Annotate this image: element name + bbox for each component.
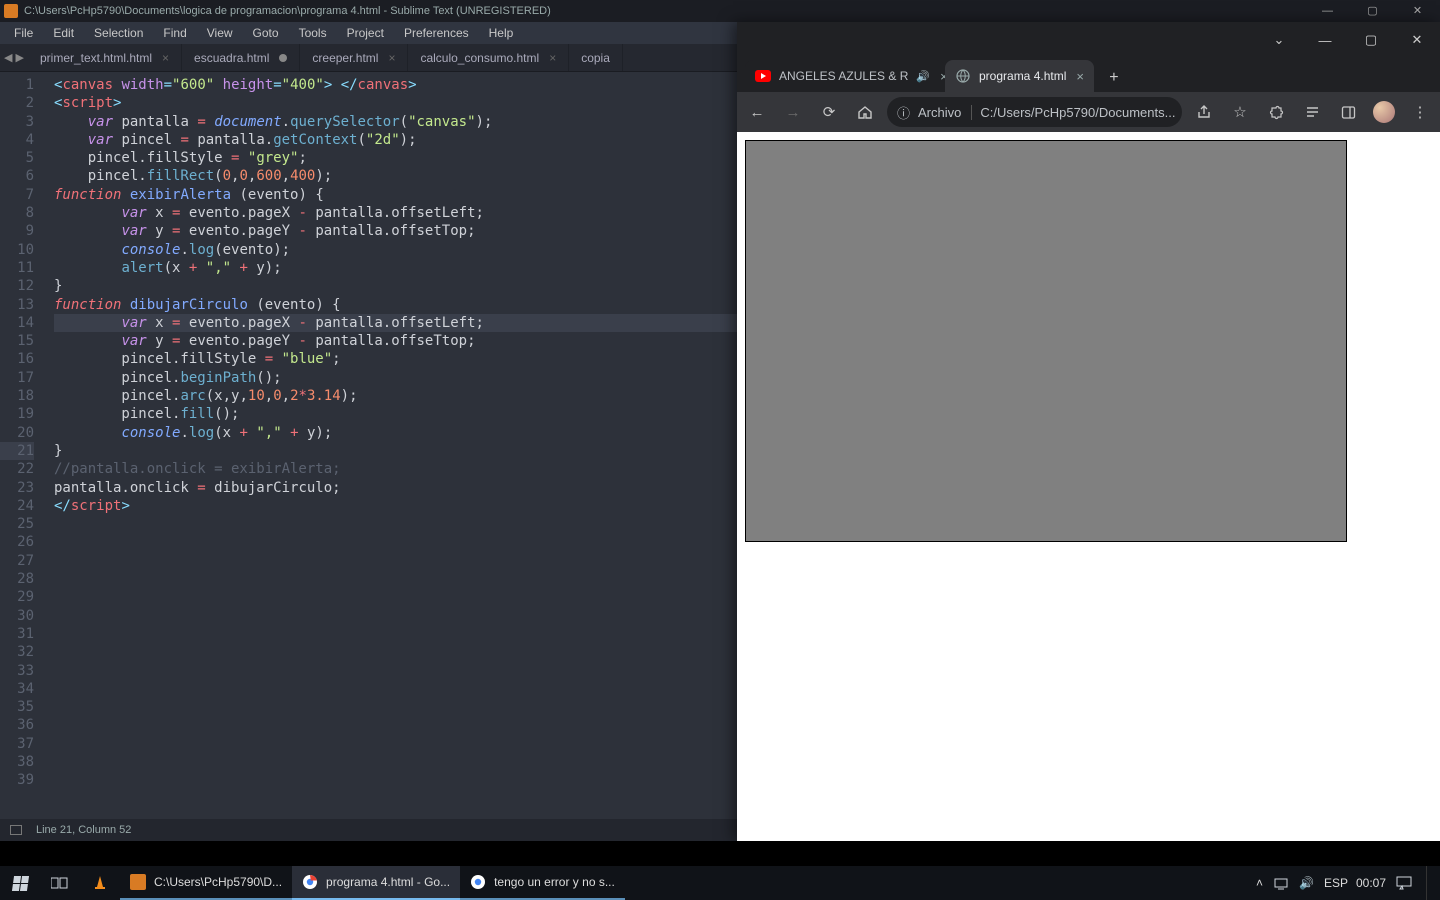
chevron-down-icon: ⌄ [1274,32,1285,48]
menu-project[interactable]: Project [339,24,392,42]
editor-tab[interactable]: creeper.html × [300,44,408,71]
chrome-icon [302,874,318,890]
start-button[interactable] [0,866,40,900]
browser-tab[interactable]: ANGELES AZULES & R 🔊 × [745,60,945,92]
statusbar-position[interactable]: Line 21, Column 52 [36,824,131,836]
profile-button[interactable] [1370,98,1398,126]
desktop: C:\Users\PcHp5790\Documents\logica de pr… [0,0,1440,900]
sublime-minimize-button[interactable]: — [1305,0,1350,22]
globe-icon [955,68,971,84]
menu-selection[interactable]: Selection [86,24,151,42]
sublime-title: C:\Users\PcHp5790\Documents\logica de pr… [24,5,1305,17]
taskbar-task[interactable]: C:\Users\PcHp5790\D... [120,866,292,900]
tray-network-icon[interactable] [1273,876,1289,890]
youtube-icon [755,68,771,84]
chrome-menu-button[interactable]: ⋮ [1406,98,1434,126]
browser-tab-label: ANGELES AZULES & R [779,69,908,83]
new-tab-button[interactable]: + [1100,64,1128,92]
editor-tab-label: escuadra.html [194,51,269,65]
avatar-icon [1373,101,1395,123]
chrome-top: ⌄ — ▢ ✕ ANGELES AZULES & R 🔊 × [737,22,1440,132]
menu-preferences[interactable]: Preferences [396,24,477,42]
chrome-minimize-button[interactable]: — [1302,22,1348,58]
editor-tab-label: copia [581,51,610,65]
sublime-icon [4,4,18,18]
tray-chevron-icon[interactable]: ˄ [1256,876,1263,890]
nav-reload-button[interactable]: ⟳ [815,98,843,126]
tray-clock[interactable]: 00:07 [1356,876,1386,890]
tab-nav-arrows[interactable]: ◀ ▶ [0,44,28,71]
tab-dirty-icon [279,54,287,62]
share-button[interactable] [1190,98,1218,126]
taskbar-task-label: tengo un error y no s... [494,875,615,889]
taskbar-task-label: programa 4.html - Go... [326,875,450,889]
chrome-frame-buttons: ⌄ — ▢ ✕ [737,22,1440,58]
taskbar-task-label: C:\Users\PcHp5790\D... [154,875,282,889]
taskbar-right: ˄ 🔊 ESP 00:07 [1248,866,1440,900]
page-canvas[interactable] [745,140,1347,542]
menu-help[interactable]: Help [481,24,522,42]
chrome-tabsearch-button[interactable]: ⌄ [1256,22,1302,58]
taskbar-left: C:\Users\PcHp5790\D... programa 4.html -… [0,866,625,900]
tray-language[interactable]: ESP [1324,876,1348,890]
reading-list-button[interactable] [1298,98,1326,126]
tab-close-icon[interactable]: × [162,51,169,65]
action-center-icon[interactable] [1396,876,1412,890]
tab-close-icon[interactable]: × [1076,69,1084,84]
menu-find[interactable]: Find [155,24,194,42]
taskbar-task[interactable]: programa 4.html - Go... [292,866,460,900]
address-text: C:/Users/PcHp5790/Documents... [980,105,1175,120]
chrome-icon [470,874,486,890]
task-view-button[interactable] [40,866,80,900]
nav-forward-button[interactable]: → [779,98,807,126]
chrome-toolbar: ← → ⟳ ⓘ Archivo C:/Users/PcHp5790/Docume… [737,92,1440,132]
address-bar[interactable]: ⓘ Archivo C:/Users/PcHp5790/Documents... [887,97,1182,127]
sublime-titlebar[interactable]: C:\Users\PcHp5790\Documents\logica de pr… [0,0,1440,22]
nav-home-button[interactable] [851,98,879,126]
editor-tab[interactable]: escuadra.html [182,44,300,71]
site-info-icon[interactable]: ⓘ [897,103,910,122]
editor-tab[interactable]: primer_text.html.html × [28,44,182,71]
menu-file[interactable]: File [6,24,41,42]
browser-tab-label: programa 4.html [979,69,1066,83]
taskbar-vlc-icon[interactable] [80,866,120,900]
windows-taskbar: C:\Users\PcHp5790\D... programa 4.html -… [0,866,1440,900]
menu-view[interactable]: View [199,24,241,42]
menu-tools[interactable]: Tools [291,24,335,42]
chrome-window: ⌄ — ▢ ✕ ANGELES AZULES & R 🔊 × [737,22,1440,841]
menu-goto[interactable]: Goto [245,24,287,42]
chrome-close-button[interactable]: ✕ [1394,22,1440,58]
tray-volume-icon[interactable]: 🔊 [1299,876,1314,890]
line-number-gutter[interactable]: 1234567891011121314151617181920212223242… [0,72,44,819]
sublime-icon [130,874,146,890]
sublime-close-button[interactable]: ✕ [1395,0,1440,22]
editor-tab-label: primer_text.html.html [40,51,152,65]
extensions-button[interactable] [1262,98,1290,126]
tab-close-icon[interactable]: × [549,51,556,65]
editor-tab-label: calculo_consumo.html [420,51,539,65]
editor-tab[interactable]: calculo_consumo.html × [408,44,569,71]
browser-tab[interactable]: programa 4.html × [945,60,1094,92]
audio-playing-icon[interactable]: 🔊 [916,70,930,83]
menu-edit[interactable]: Edit [45,24,82,42]
editor-tab-label: creeper.html [312,51,378,65]
statusbar-panel-icon[interactable] [10,825,22,835]
sublime-maximize-button[interactable]: ▢ [1350,0,1395,22]
bookmark-button[interactable]: ☆ [1226,98,1254,126]
editor-tab[interactable]: copia [569,44,623,71]
nav-back-button[interactable]: ← [743,98,771,126]
chrome-viewport[interactable] [737,132,1440,841]
address-scheme: Archivo [918,105,972,120]
tab-close-icon[interactable]: × [388,51,395,65]
sidepanel-button[interactable] [1334,98,1362,126]
show-desktop-button[interactable] [1426,866,1432,900]
windows-logo-icon [11,876,28,891]
chrome-tab-strip: ANGELES AZULES & R 🔊 × programa 4.html ×… [737,58,1440,92]
chrome-maximize-button[interactable]: ▢ [1348,22,1394,58]
taskbar-task[interactable]: tengo un error y no s... [460,866,625,900]
